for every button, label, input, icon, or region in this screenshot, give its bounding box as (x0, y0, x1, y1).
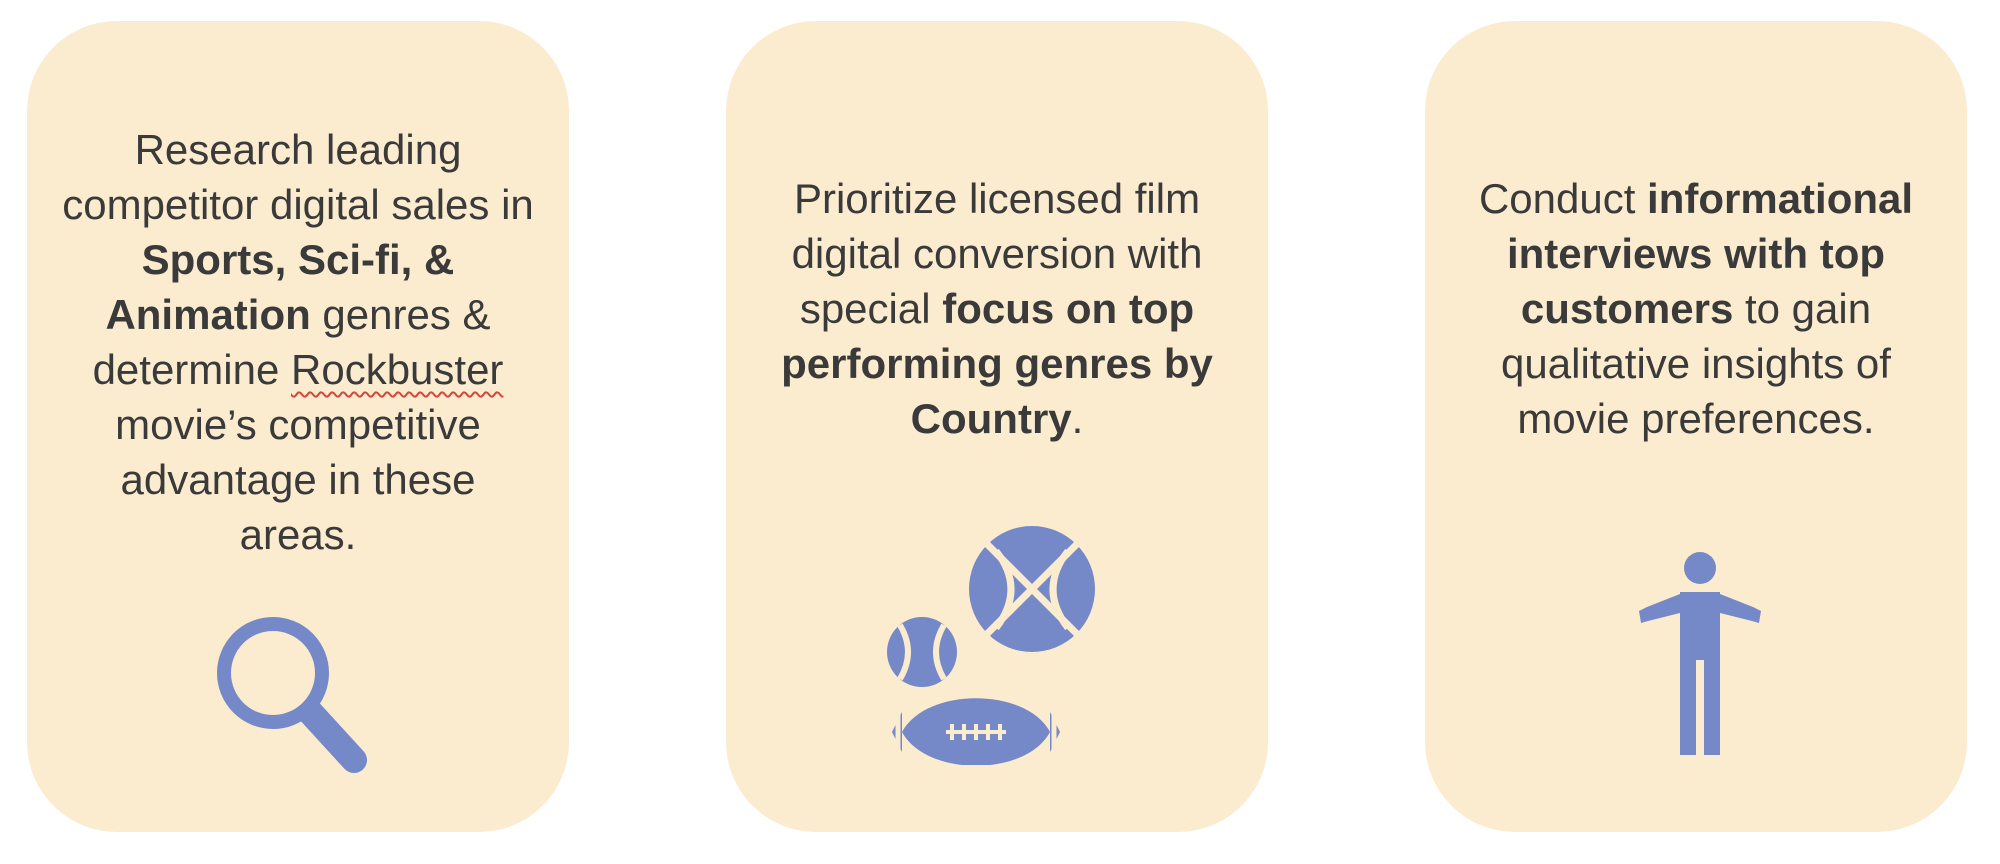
card-customer-interviews: Conduct informational interviews with to… (1425, 21, 1967, 832)
person-shrug-icon (1639, 552, 1761, 755)
sports-balls-icon (887, 526, 1095, 765)
basketball-icon (969, 526, 1095, 652)
card-competitor-research: Research leading competitor digital sale… (27, 21, 569, 832)
card-text: Conduct informational interviews with to… (1455, 171, 1937, 446)
card-licensed-film: Prioritize licensed film digital convers… (726, 21, 1268, 832)
card-text-segment: . (1071, 395, 1084, 442)
card-text: Prioritize licensed film digital convers… (746, 171, 1248, 446)
football-icon (892, 698, 1060, 765)
card-text-segment: Research leading competitor digital sale… (62, 126, 534, 228)
spellcheck-word[interactable]: Rockbuster (291, 346, 503, 393)
baseball-icon (887, 617, 957, 687)
card-text: Research leading competitor digital sale… (57, 122, 539, 562)
search-icon (217, 617, 367, 773)
card-text-segment: movie’s competitive advantage in these a… (115, 401, 481, 558)
card-text-segment: Conduct (1478, 175, 1648, 222)
